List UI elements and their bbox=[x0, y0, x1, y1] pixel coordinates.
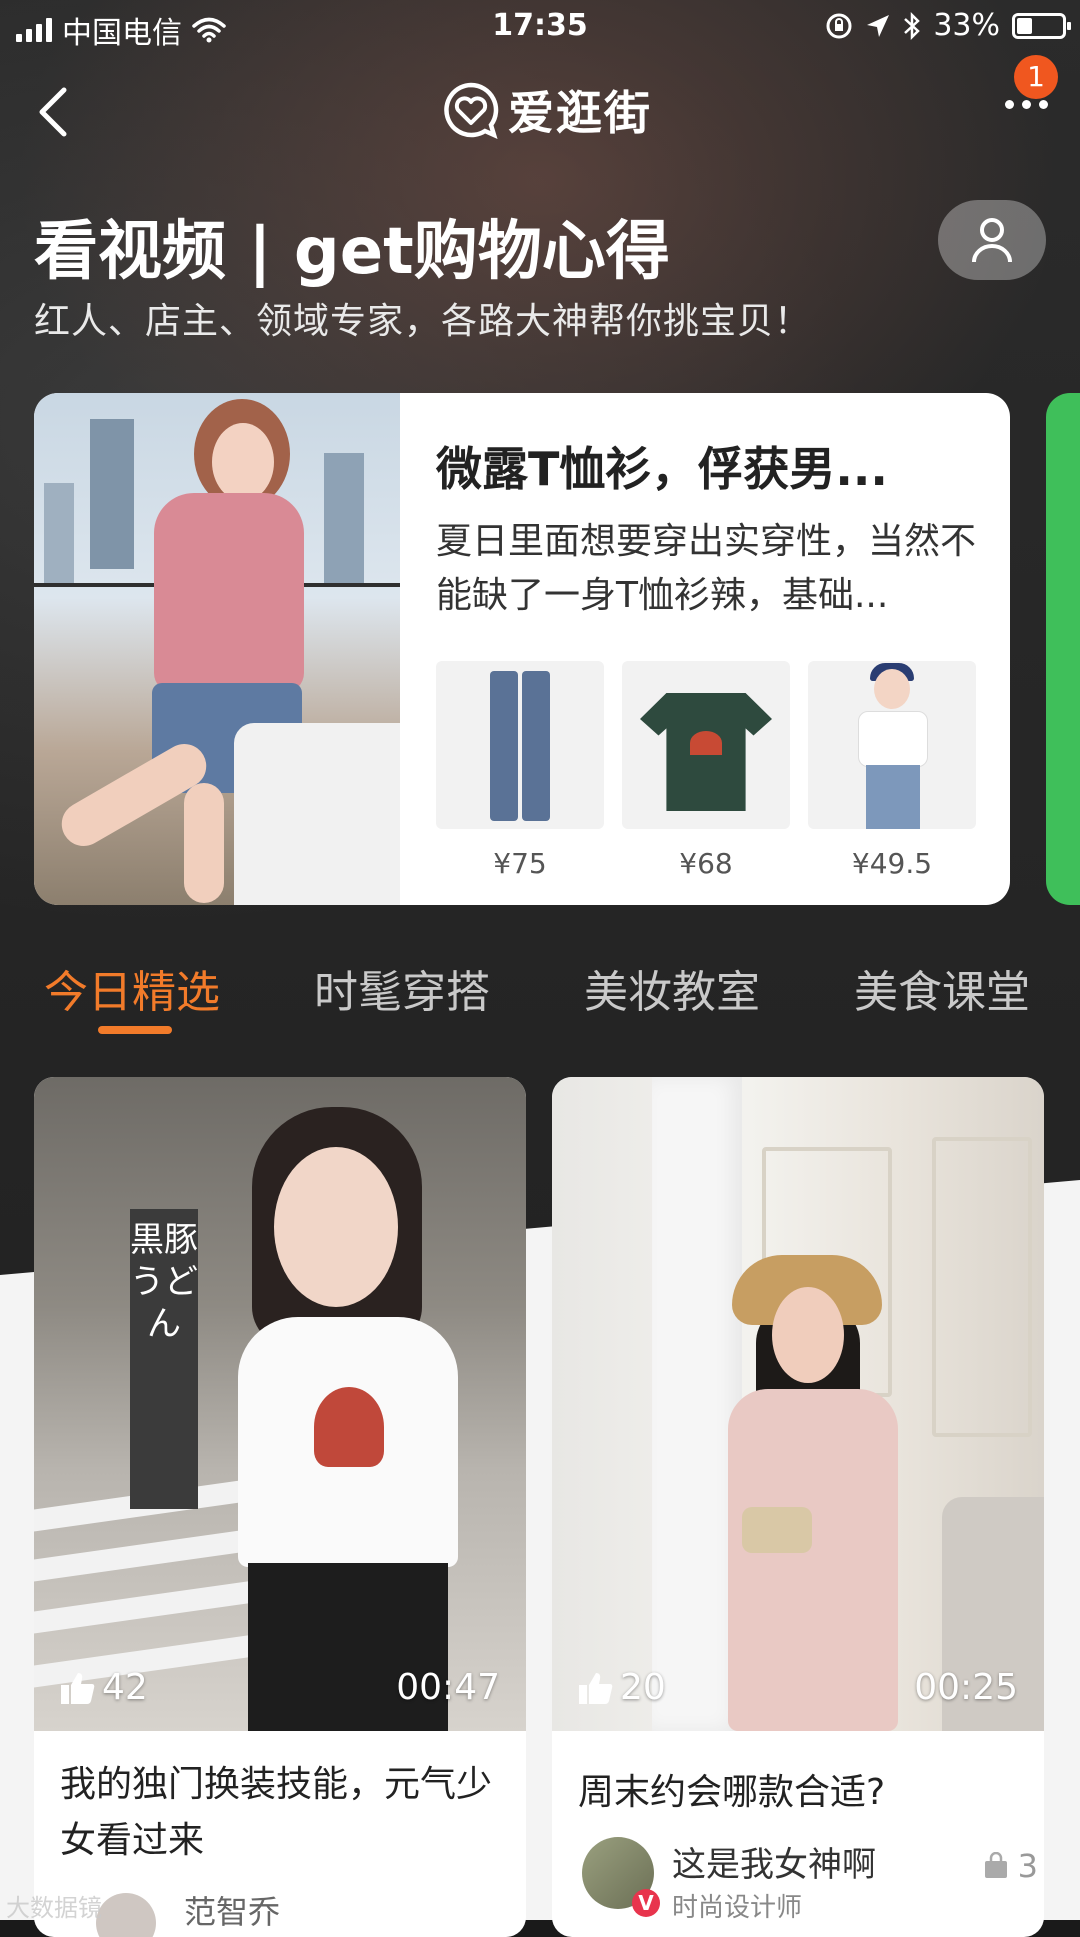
product-item[interactable]: ¥68 bbox=[622, 661, 790, 880]
video-author[interactable]: V 这是我女神啊 时尚设计师 3 bbox=[578, 1837, 1038, 1927]
logo-text: 爱逛街 bbox=[508, 86, 652, 140]
video-duration: 00:25 bbox=[914, 1667, 1018, 1708]
product-count: 3 bbox=[982, 1847, 1038, 1885]
video-card[interactable]: 黒豚うどん 42 00:47 我的独门换装技能，元气少女看过来 范智乔 bbox=[34, 1077, 526, 1937]
user-icon bbox=[972, 218, 1012, 263]
video-title: 周末约会哪款合适? bbox=[578, 1772, 886, 1813]
product-thumb-jeans bbox=[436, 661, 604, 829]
heart-chat-icon bbox=[444, 82, 499, 139]
avatar bbox=[96, 1893, 156, 1937]
thumbs-up-icon bbox=[61, 1672, 95, 1704]
video-author[interactable]: 范智乔 bbox=[60, 1887, 520, 1937]
shop-sign: 黒豚うどん bbox=[130, 1209, 198, 1509]
author-role: 时尚设计师 bbox=[672, 1893, 803, 1923]
product-price: ¥68 bbox=[679, 847, 733, 880]
page-subtitle: 红人、店主、领域专家，各路大神帮你挑宝贝！ bbox=[34, 301, 812, 342]
product-thumb-outfit bbox=[808, 661, 976, 829]
featured-article-card[interactable]: 微露T恤衫，俘获男... 夏日里面想要穿出实穿性，当然不能缺了一身T恤衫辣，基础… bbox=[34, 393, 1010, 905]
battery-fill bbox=[1017, 17, 1032, 34]
profile-button[interactable] bbox=[938, 200, 1046, 280]
location-icon bbox=[867, 14, 890, 37]
featured-photo bbox=[34, 393, 400, 905]
verified-icon: V bbox=[632, 1889, 660, 1917]
product-price: ¥49.5 bbox=[851, 847, 933, 880]
product-item[interactable]: ¥75 bbox=[436, 661, 604, 880]
battery-percent: 33% bbox=[933, 8, 1000, 43]
video-thumbnail bbox=[552, 1077, 1044, 1731]
tab-makeup[interactable]: 美妆教室 bbox=[584, 956, 760, 1020]
like-count[interactable]: 20 bbox=[578, 1667, 666, 1708]
page-title: 看视频 | get购物心得 bbox=[34, 215, 670, 289]
product-thumb-tee bbox=[622, 661, 790, 829]
more-menu-icon[interactable] bbox=[1005, 100, 1048, 109]
thumbs-up-icon bbox=[579, 1672, 613, 1704]
status-bar: 中国电信 17:35 33% bbox=[0, 0, 1080, 54]
tab-today-picks[interactable]: 今日精选 bbox=[44, 956, 220, 1020]
bluetooth-icon bbox=[904, 11, 921, 40]
like-count[interactable]: 42 bbox=[60, 1667, 148, 1708]
product-item[interactable]: ¥49.5 bbox=[808, 661, 976, 880]
watermark: 大数据镜 bbox=[6, 1894, 102, 1922]
product-price: ¥75 bbox=[493, 847, 547, 880]
tab-food[interactable]: 美食课堂 bbox=[854, 956, 1030, 1020]
shopping-bag-icon bbox=[984, 1852, 1007, 1878]
video-duration: 00:47 bbox=[396, 1667, 500, 1708]
author-name: 这是我女神啊 bbox=[672, 1845, 876, 1885]
active-tab-indicator bbox=[98, 1026, 172, 1034]
rotation-lock-icon bbox=[826, 13, 852, 38]
app-logo: 爱逛街 bbox=[442, 80, 652, 140]
back-icon[interactable] bbox=[34, 84, 74, 140]
featured-description: 夏日里面想要穿出实穿性，当然不能缺了一身T恤衫辣，基础... bbox=[436, 521, 977, 616]
video-thumbnail: 黒豚うどん bbox=[34, 1077, 526, 1731]
battery-icon bbox=[1012, 12, 1071, 39]
video-card[interactable]: 20 00:25 周末约会哪款合适? V 这是我女神啊 时尚设计师 3 bbox=[552, 1077, 1044, 1937]
video-title: 我的独门换装技能，元气少女看过来 bbox=[60, 1764, 493, 1861]
notification-badge: 1 bbox=[1014, 55, 1058, 99]
category-tabs: 今日精选 时髦穿搭 美妆教室 美食课堂 bbox=[0, 956, 1080, 1036]
next-featured-card-peek[interactable] bbox=[1046, 393, 1080, 905]
author-name: 范智乔 bbox=[184, 1893, 281, 1931]
tab-fashion[interactable]: 时髦穿搭 bbox=[314, 956, 490, 1020]
featured-title: 微露T恤衫，俘获男... bbox=[436, 442, 888, 496]
